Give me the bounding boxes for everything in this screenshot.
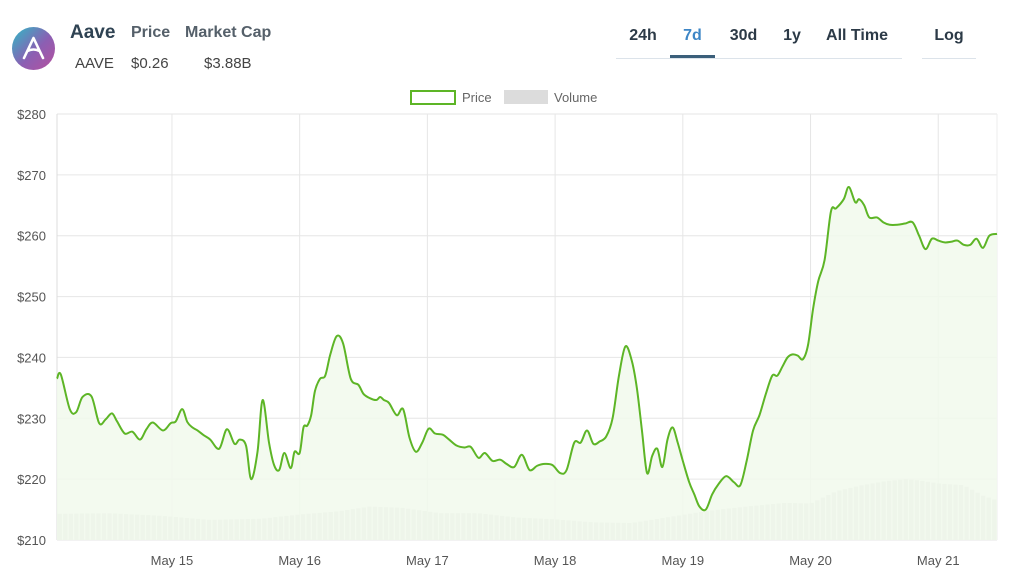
log-scale-toggle[interactable]: Log	[922, 22, 976, 59]
legend-volume-label: Volume	[554, 90, 597, 105]
legend-volume-swatch	[504, 90, 548, 104]
x-tick-label: May 17	[406, 553, 449, 568]
time-range-tabs: 24h 7d 30d 1y All Time	[616, 22, 902, 59]
y-tick-label: $230	[17, 411, 46, 426]
x-tick-label: May 21	[917, 553, 960, 568]
coin-symbol: AAVE	[75, 55, 114, 72]
y-tick-label: $250	[17, 290, 46, 305]
tab-all-time[interactable]: All Time	[818, 22, 896, 55]
x-tick-label: May 15	[151, 553, 194, 568]
price-volume-chart: $210$220$230$240$250$260$270$280 May 15 M…	[17, 90, 998, 568]
y-tick-label: $280	[17, 107, 46, 122]
tab-1y[interactable]: 1y	[774, 22, 810, 55]
market-cap-label: Market Cap	[185, 24, 272, 41]
aave-ghost-a-icon	[22, 36, 45, 60]
aave-logo	[12, 27, 55, 70]
x-axis: May 15 May 16 May 17 May 18 May 19 May 20 May …	[151, 553, 960, 568]
y-tick-label: $260	[17, 229, 46, 244]
tab-24h[interactable]: 24h	[620, 22, 666, 55]
x-tick-label: May 16	[278, 553, 321, 568]
y-tick-label: $270	[17, 168, 46, 183]
x-tick-label: May 18	[534, 553, 577, 568]
price-series	[56, 186, 998, 540]
market-cap-value: $3.88B	[204, 55, 252, 72]
x-tick-label: May 20	[789, 553, 832, 568]
price-label: Price	[131, 24, 171, 41]
tab-30d[interactable]: 30d	[720, 22, 767, 55]
x-tick-label: May 19	[661, 553, 704, 568]
y-axis: $210 $220 $230 $240 $250 $260 $270 $280	[17, 107, 46, 548]
price-area-fill	[57, 187, 997, 540]
y-tick-label: $240	[17, 350, 46, 365]
legend-price-label: Price	[462, 90, 492, 105]
chart-legend: Price Volume	[410, 90, 597, 105]
y-tick-label: $220	[17, 472, 46, 487]
coin-name: Aave	[70, 22, 116, 43]
y-tick-label: $210	[17, 533, 46, 548]
tab-7d[interactable]: 7d	[670, 22, 715, 58]
legend-price-swatch	[410, 90, 456, 105]
price-value: $0.26	[131, 55, 169, 72]
